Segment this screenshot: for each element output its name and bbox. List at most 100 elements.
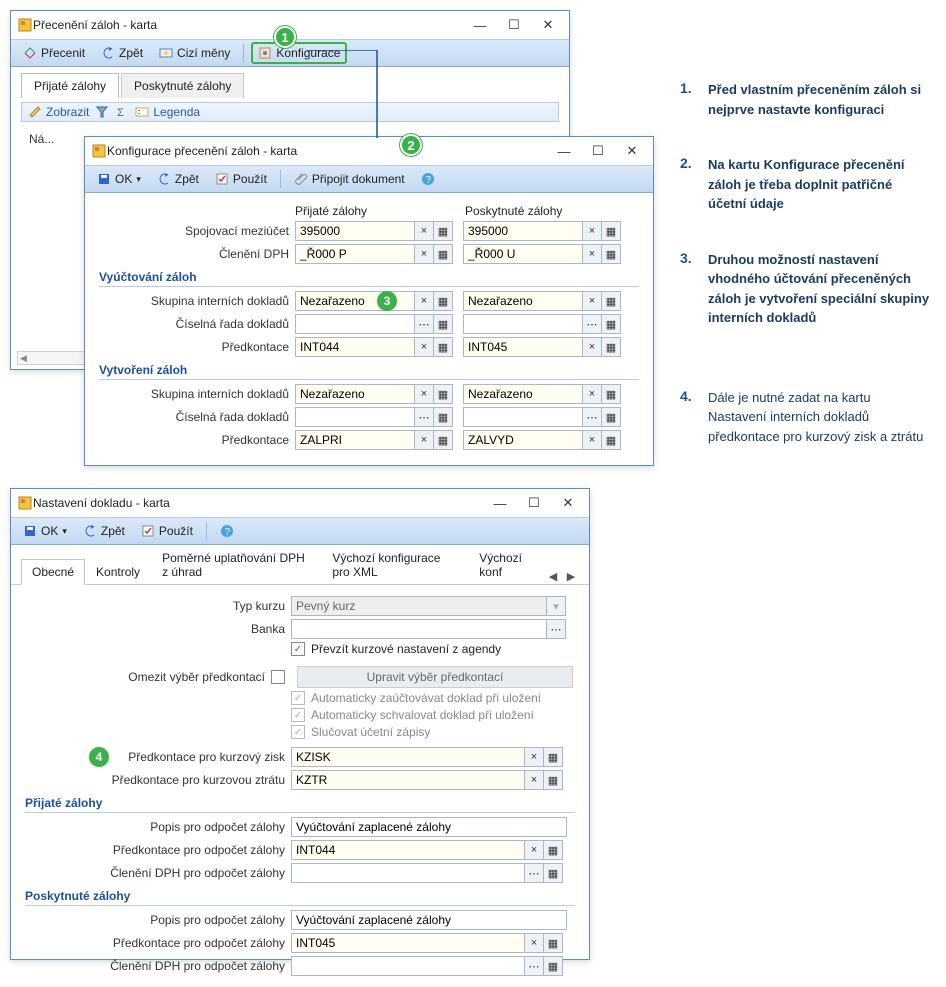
clear-button[interactable]: × (414, 221, 434, 241)
clear-button[interactable]: × (414, 337, 434, 357)
help-button[interactable]: ? (214, 521, 240, 541)
close-button[interactable]: ✕ (533, 14, 563, 36)
pred2-poskytnute-input[interactable] (463, 430, 583, 450)
lookup-button[interactable]: ▦ (433, 384, 453, 404)
lookup-button[interactable]: ▦ (433, 337, 453, 357)
tab-scroll-right[interactable]: ▶ (563, 568, 579, 584)
lookup-button[interactable]: ▦ (543, 863, 563, 883)
lookup-button[interactable]: ▦ (543, 840, 563, 860)
lookup-button[interactable]: ▦ (601, 314, 621, 334)
clear-button[interactable]: × (582, 384, 602, 404)
lookup-button[interactable]: ▦ (601, 337, 621, 357)
more-button[interactable]: ⋯ (582, 407, 602, 427)
more-button[interactable]: ⋯ (524, 956, 544, 976)
minimize-button[interactable]: — (485, 492, 515, 514)
filter-button[interactable] (95, 105, 109, 119)
clear-button[interactable]: × (524, 933, 544, 953)
skupina2-poskytnute-input[interactable] (463, 384, 583, 404)
clear-button[interactable]: × (582, 244, 602, 264)
maximize-button[interactable]: ☐ (499, 14, 529, 36)
tab-prijate-zalohy[interactable]: Přijaté zálohy (21, 73, 119, 98)
ok-button[interactable]: OK ▾ (17, 521, 73, 541)
tab-scroll-left[interactable]: ◀ (545, 568, 561, 584)
precenit-button[interactable]: Přecenit (17, 43, 91, 63)
pred1-poskytnute-input[interactable] (463, 337, 583, 357)
cleneni-prijate-input[interactable] (295, 244, 415, 264)
pred1-prijate-input[interactable] (295, 337, 415, 357)
close-button[interactable]: ✕ (617, 140, 647, 162)
scroll-left-icon[interactable]: ◀ (20, 353, 27, 364)
minimize-button[interactable]: — (465, 14, 495, 36)
tab-poskytnute-zalohy[interactable]: Poskytnuté zálohy (121, 73, 244, 98)
lookup-button[interactable]: ▦ (433, 430, 453, 450)
clear-button[interactable]: × (524, 747, 544, 767)
skupina2-prijate-input[interactable] (295, 384, 415, 404)
rada1-poskytnute-input[interactable] (463, 314, 583, 334)
lookup-button[interactable]: ▦ (601, 291, 621, 311)
lookup-button[interactable]: ▦ (433, 244, 453, 264)
spojovaci-poskytnute-input[interactable] (463, 221, 583, 241)
zpet-button[interactable]: Zpět (77, 521, 131, 541)
sum-button[interactable]: Σ (115, 105, 129, 119)
lookup-button[interactable]: ▦ (601, 384, 621, 404)
skupina1-prijate-input[interactable] (295, 291, 415, 311)
maximize-button[interactable]: ☐ (583, 140, 613, 162)
close-button[interactable]: ✕ (553, 492, 583, 514)
lookup-button[interactable]: ▦ (543, 770, 563, 790)
lookup-button[interactable]: ▦ (601, 407, 621, 427)
kzisk-input[interactable] (291, 747, 525, 767)
clear-button[interactable]: × (582, 221, 602, 241)
lookup-button[interactable]: ▦ (601, 244, 621, 264)
lookup-button[interactable]: ▦ (433, 221, 453, 241)
clear-button[interactable]: × (524, 770, 544, 790)
tab-kontroly[interactable]: Kontroly (85, 559, 151, 584)
spojovaci-prijate-input[interactable] (295, 221, 415, 241)
clear-button[interactable]: × (414, 384, 434, 404)
clear-button[interactable]: × (582, 337, 602, 357)
prevzit-checkbox[interactable] (291, 642, 305, 656)
legenda-button[interactable]: Legenda (135, 105, 200, 119)
clear-button[interactable]: × (524, 840, 544, 860)
help-button[interactable]: ? (415, 169, 441, 189)
clear-button[interactable]: × (582, 430, 602, 450)
maximize-button[interactable]: ☐ (519, 492, 549, 514)
popis-poskytnute-input[interactable] (291, 910, 567, 930)
pred-odpocet-poskytnute-input[interactable] (291, 933, 525, 953)
zpet-button[interactable]: Zpět (151, 169, 205, 189)
lookup-button[interactable]: ▦ (433, 291, 453, 311)
zpet-button[interactable]: Zpět (95, 43, 149, 63)
tab-pomerne[interactable]: Poměrné uplatňování DPH z úhrad (151, 545, 321, 584)
rada2-poskytnute-input[interactable] (463, 407, 583, 427)
cleneni-poskytnute-input[interactable] (463, 244, 583, 264)
lookup-button[interactable]: ▦ (433, 407, 453, 427)
pred2-prijate-input[interactable] (295, 430, 415, 450)
lookup-button[interactable]: ▦ (543, 933, 563, 953)
clear-button[interactable]: × (414, 244, 434, 264)
rada2-prijate-input[interactable] (295, 407, 415, 427)
more-button[interactable]: ⋯ (582, 314, 602, 334)
zobrazit-button[interactable]: Zobrazit (28, 105, 89, 119)
more-button[interactable]: ⋯ (546, 619, 566, 639)
clen-odpocet-poskytnute-input[interactable] (291, 956, 525, 976)
tab-vychozi-xml[interactable]: Výchozí konfigurace pro XML (321, 545, 468, 584)
tab-vychozi-konf[interactable]: Výchozí konf (468, 545, 545, 584)
lookup-button[interactable]: ▦ (601, 221, 621, 241)
kztr-input[interactable] (291, 770, 525, 790)
clen-odpocet-prijate-input[interactable] (291, 863, 525, 883)
lookup-button[interactable]: ▦ (543, 747, 563, 767)
pred-odpocet-prijate-input[interactable] (291, 840, 525, 860)
more-button[interactable]: ⋯ (414, 314, 434, 334)
upravit-vyber-button[interactable]: Upravit výběr předkontací (297, 666, 573, 688)
pouzit-button[interactable]: Použít (209, 169, 273, 189)
cizi-meny-button[interactable]: Cizí měny (153, 43, 236, 63)
skupina1-poskytnute-input[interactable] (463, 291, 583, 311)
rada1-prijate-input[interactable] (295, 314, 415, 334)
clear-button[interactable]: × (414, 430, 434, 450)
lookup-button[interactable]: ▦ (543, 956, 563, 976)
lookup-button[interactable]: ▦ (433, 314, 453, 334)
clear-button[interactable]: × (414, 291, 434, 311)
pripojit-dokument-button[interactable]: Připojit dokument (288, 169, 411, 189)
lookup-button[interactable]: ▦ (601, 430, 621, 450)
ok-button[interactable]: OK ▾ (91, 169, 147, 189)
minimize-button[interactable]: — (549, 140, 579, 162)
